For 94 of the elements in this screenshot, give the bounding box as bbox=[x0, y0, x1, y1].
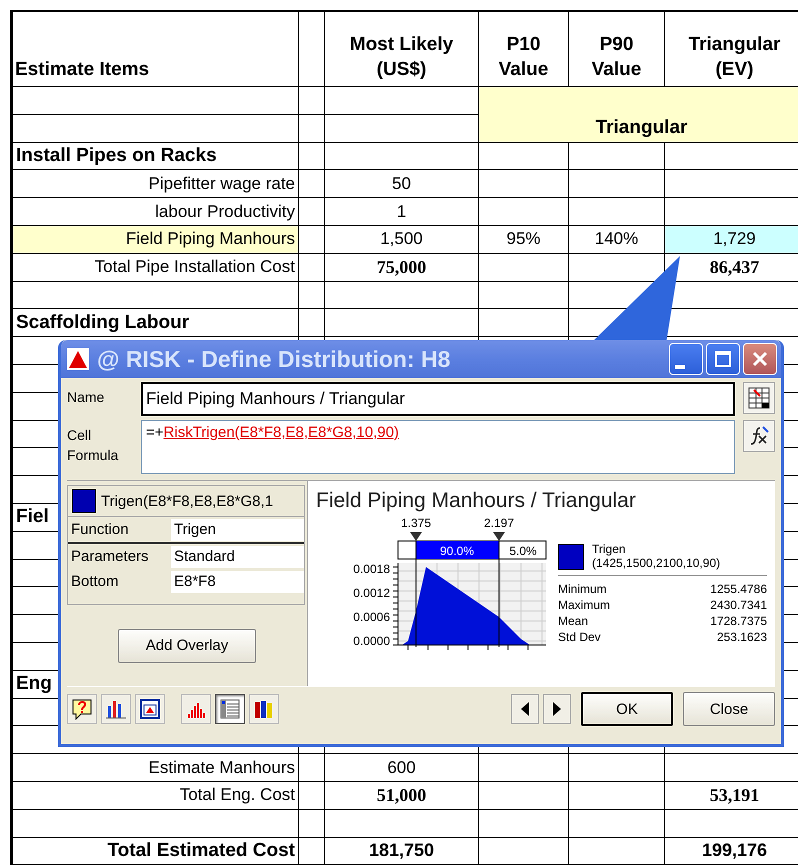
percentage-label: 5.0% bbox=[509, 544, 537, 558]
stat-label: Mean bbox=[558, 614, 590, 628]
axis-label: 0.0012 bbox=[353, 586, 390, 600]
row-label: Total Estimated Cost bbox=[13, 838, 299, 866]
column-header: Estimate Items bbox=[13, 12, 299, 87]
grid-icon bbox=[748, 387, 770, 409]
stat-label: Minimum bbox=[558, 582, 608, 596]
group-header: Triangular bbox=[479, 87, 798, 143]
selected-cell[interactable]: 1,729 bbox=[665, 226, 798, 254]
formula-link[interactable]: RiskTrigen(E8*F8,E8,E8*G8,10,90) bbox=[164, 424, 399, 441]
field-label: Name bbox=[67, 388, 106, 407]
left-triangle-icon bbox=[520, 702, 530, 716]
chart-title: Field Piping Manhours / Triangular bbox=[316, 489, 637, 513]
maximize-icon bbox=[714, 350, 732, 368]
stat-value: 253.1623 bbox=[716, 630, 767, 644]
formula-field[interactable]: =+RiskTrigen(E8*F8,E8,E8*G8,10,90) bbox=[141, 420, 735, 474]
empty-cell bbox=[299, 782, 325, 810]
table-cell: 75,000 bbox=[325, 254, 479, 282]
toolbar-button[interactable] bbox=[135, 694, 165, 724]
books-icon bbox=[253, 698, 275, 720]
stat-value: 2430.7341 bbox=[710, 598, 767, 612]
marker-value: 2.197 bbox=[484, 516, 514, 530]
empty-cell bbox=[299, 838, 325, 866]
stat-label: Std Dev bbox=[558, 630, 602, 644]
close-button[interactable] bbox=[743, 343, 777, 375]
empty-cell bbox=[299, 198, 325, 226]
table-cell: 600 bbox=[325, 754, 479, 782]
row-label: Total Pipe Installation Cost bbox=[13, 254, 299, 282]
ok-button[interactable]: OK bbox=[581, 692, 673, 726]
property-value[interactable]: E8*F8 bbox=[171, 570, 304, 592]
table-cell: 53,191 bbox=[665, 782, 798, 810]
table-cell: 95% bbox=[479, 226, 569, 254]
percentage-label: 90.0% bbox=[440, 544, 474, 558]
empty-cell bbox=[299, 226, 325, 254]
bar-chart-icon bbox=[105, 698, 127, 720]
add-overlay-button[interactable]: Add Overlay bbox=[118, 628, 256, 662]
toolbar-button[interactable] bbox=[67, 694, 97, 724]
distribution-swatch bbox=[72, 489, 96, 513]
axis-label: 0.0000 bbox=[353, 634, 390, 648]
toolbar-button[interactable] bbox=[249, 694, 279, 724]
toolbar-button[interactable] bbox=[215, 694, 245, 724]
right-triangle-icon bbox=[552, 702, 562, 716]
empty-cell bbox=[299, 282, 325, 310]
table-cell: 51,000 bbox=[325, 782, 479, 810]
empty-cell bbox=[299, 754, 325, 782]
window-title: @ RISK - Define Distribution: H8 bbox=[97, 346, 452, 372]
property-value[interactable]: Standard bbox=[171, 546, 304, 568]
stat-value: 1255.4786 bbox=[710, 582, 767, 596]
function-icon bbox=[748, 425, 770, 447]
maximize-button[interactable] bbox=[706, 343, 740, 375]
table-cell: 181,750 bbox=[325, 838, 479, 866]
highlighted-cell: Field Piping Manhours bbox=[13, 226, 299, 254]
empty-cell bbox=[299, 170, 325, 198]
empty-cell bbox=[299, 309, 325, 338]
empty-cell bbox=[299, 87, 325, 115]
table-cell: 50 bbox=[325, 170, 479, 198]
previous-button[interactable] bbox=[511, 694, 539, 724]
stat-label: Maximum bbox=[558, 598, 612, 612]
close-icon bbox=[751, 350, 769, 368]
table-cell: 199,176 bbox=[665, 838, 798, 866]
axis-label: 0.0018 bbox=[353, 562, 390, 576]
empty-cell bbox=[299, 810, 325, 838]
property-name: Bottom bbox=[70, 573, 120, 590]
row-label: Install Pipes on Racks bbox=[13, 142, 299, 170]
row-label: Estimate Manhours bbox=[13, 754, 299, 782]
row-label: Pipefitter wage rate bbox=[13, 170, 299, 198]
marker-value: 1.375 bbox=[400, 516, 432, 530]
toolbar-button[interactable] bbox=[101, 694, 131, 724]
list-icon bbox=[219, 698, 241, 720]
name-field[interactable]: Field Piping Manhours / Triangular bbox=[141, 382, 735, 416]
select-cell-button[interactable] bbox=[743, 382, 775, 414]
empty-cell bbox=[299, 142, 325, 170]
window-icon bbox=[139, 698, 161, 720]
field-label: Cell Formula bbox=[67, 426, 120, 465]
axis-label: 0.0006 bbox=[353, 610, 390, 624]
legend-swatch bbox=[558, 544, 584, 570]
next-button[interactable] bbox=[543, 694, 571, 724]
legend-label: Trigen (1425,1500,2100,10,90) bbox=[592, 543, 720, 571]
app-icon bbox=[67, 348, 89, 370]
empty-cell bbox=[299, 114, 325, 143]
row-label: Total Eng. Cost bbox=[13, 782, 299, 810]
function-button[interactable] bbox=[743, 420, 775, 452]
table-cell: 1 bbox=[325, 198, 479, 226]
help-icon bbox=[71, 698, 93, 720]
close-dialog-button[interactable]: Close bbox=[683, 692, 775, 726]
minimize-button[interactable] bbox=[669, 343, 703, 375]
row-label: Scaffolding Labour bbox=[13, 309, 299, 338]
table-cell: 1,500 bbox=[325, 226, 479, 254]
property-value[interactable]: Trigen bbox=[171, 518, 304, 540]
stat-value: 1728.7375 bbox=[710, 614, 767, 628]
empty-cell bbox=[299, 254, 325, 282]
property-name: Parameters bbox=[70, 548, 150, 565]
formula-text: =+ bbox=[146, 424, 164, 441]
column-header: Most Likely (US$) bbox=[325, 12, 479, 87]
